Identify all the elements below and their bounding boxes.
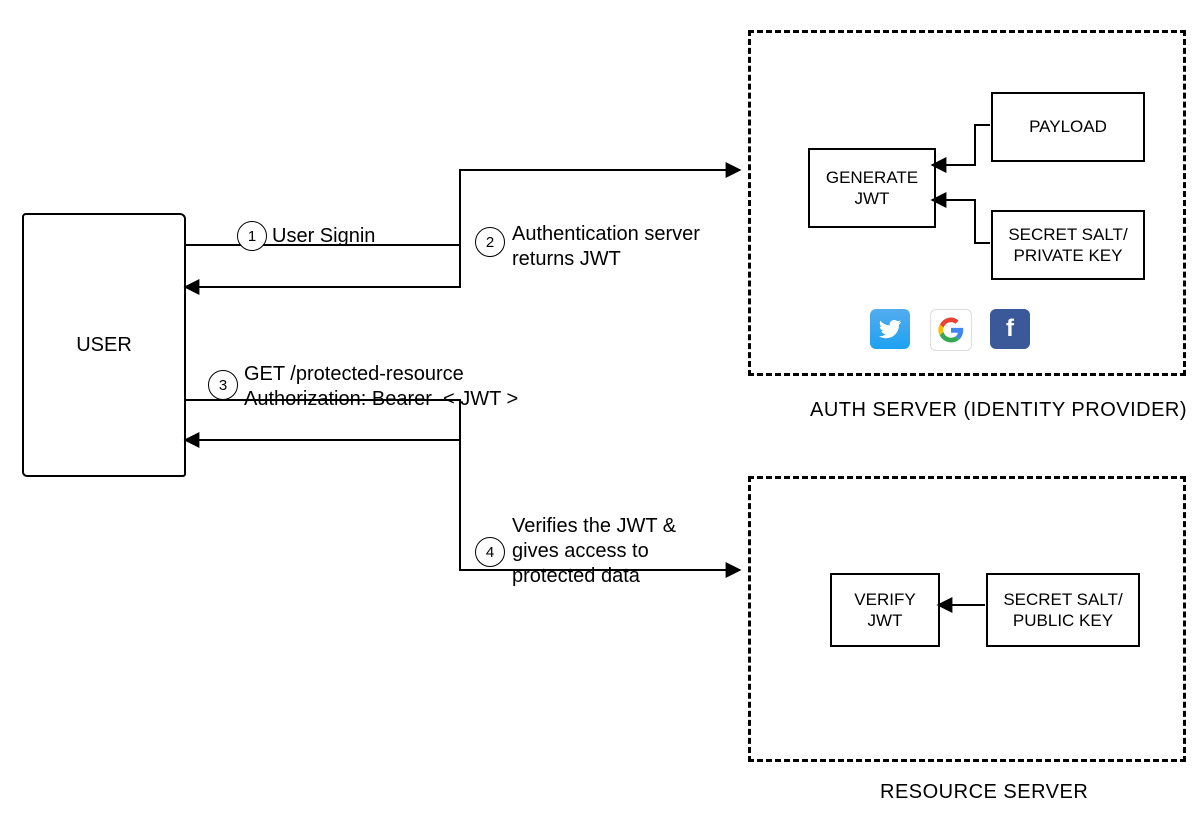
verify-jwt-label: VERIFY JWT <box>854 589 915 632</box>
step-4-num: 4 <box>486 544 494 561</box>
payload-box: PAYLOAD <box>991 92 1145 162</box>
payload-label: PAYLOAD <box>1029 116 1107 137</box>
user-box: USER <box>22 213 186 477</box>
generate-jwt-box: GENERATE JWT <box>808 148 936 228</box>
user-label: USER <box>76 333 132 358</box>
step-4-badge: 4 <box>475 537 505 567</box>
step-4-label: Verifies the JWT & gives access to prote… <box>512 514 676 589</box>
step-1-num: 1 <box>248 228 256 245</box>
secret-public-label: SECRET SALT/ PUBLIC KEY <box>1003 589 1122 632</box>
step-2-badge: 2 <box>475 227 505 257</box>
step-3-badge: 3 <box>208 370 238 400</box>
secret-public-box: SECRET SALT/ PUBLIC KEY <box>986 573 1140 647</box>
secret-private-box: SECRET SALT/ PRIVATE KEY <box>991 210 1145 280</box>
twitter-icon <box>870 309 910 349</box>
step-1-badge: 1 <box>237 221 267 251</box>
secret-private-label: SECRET SALT/ PRIVATE KEY <box>1008 224 1127 267</box>
step-2-label: Authentication server returns JWT <box>512 222 700 272</box>
google-icon <box>930 309 972 351</box>
step-3-label: GET /protected-resource Authorization: B… <box>244 362 518 412</box>
auth-server-title: AUTH SERVER (IDENTITY PROVIDER) <box>810 398 1187 423</box>
step-3-num: 3 <box>219 377 227 394</box>
verify-jwt-box: VERIFY JWT <box>830 573 940 647</box>
generate-jwt-label: GENERATE JWT <box>826 167 918 210</box>
resource-server-title: RESOURCE SERVER <box>880 780 1088 805</box>
facebook-icon: f <box>990 309 1030 349</box>
step-1-label: User Signin <box>272 224 375 249</box>
step-2-num: 2 <box>486 234 494 251</box>
